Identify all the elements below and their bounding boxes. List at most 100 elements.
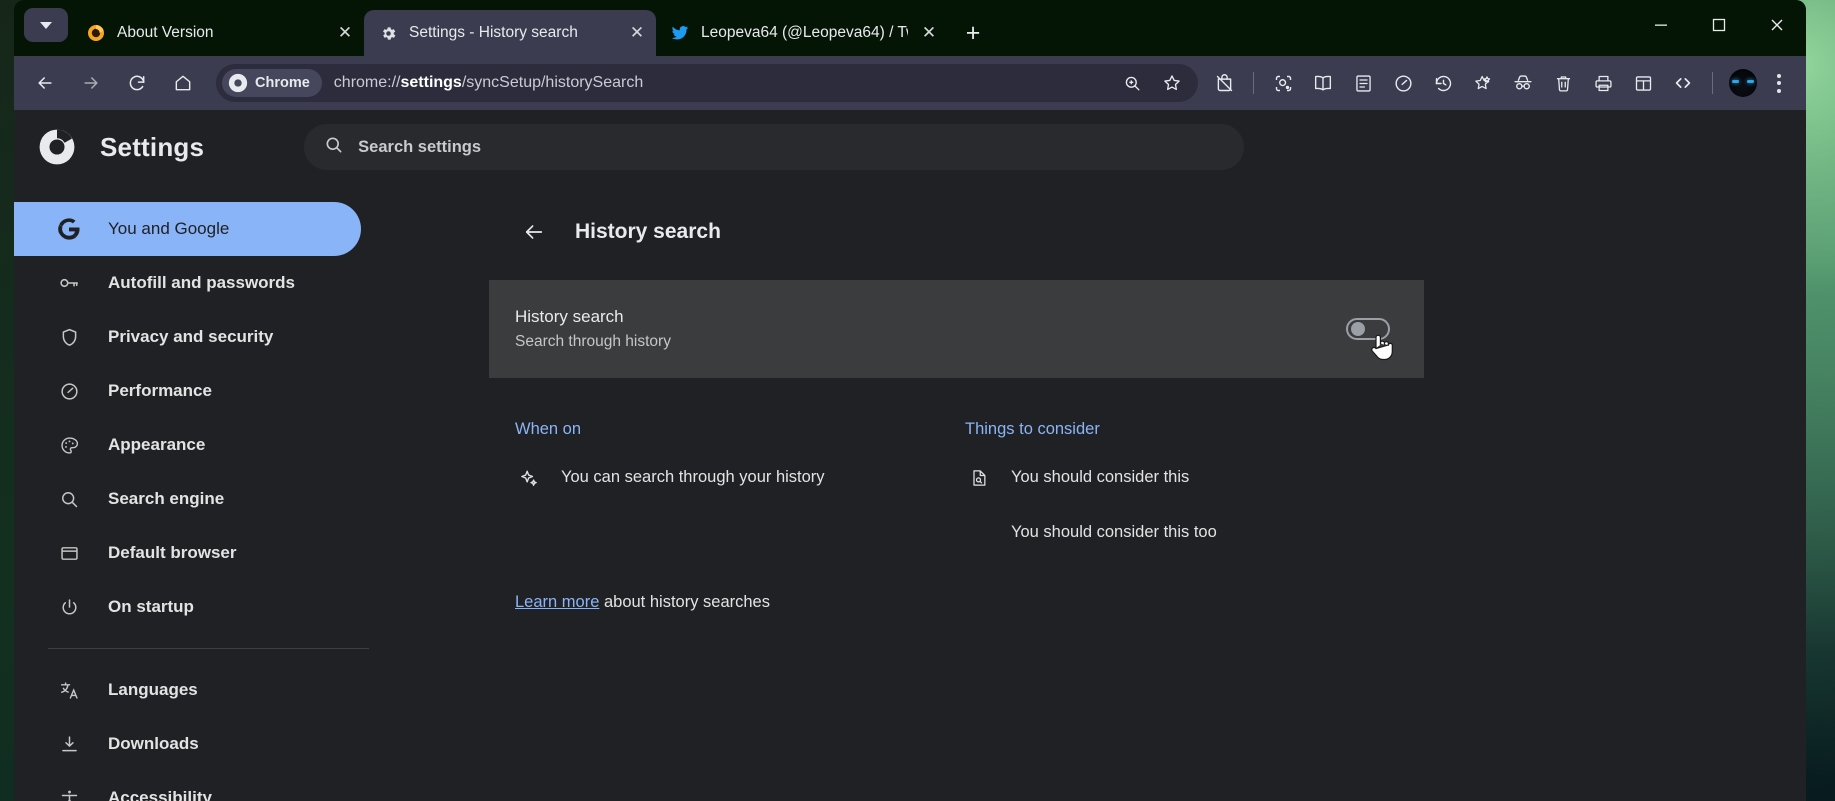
sidebar-item-label: Privacy and security (108, 327, 273, 347)
back-arrow-icon[interactable] (515, 213, 553, 251)
reload-button[interactable] (118, 64, 156, 102)
avatar[interactable] (1729, 69, 1757, 97)
document-search-icon (965, 467, 993, 488)
history-search-detail: History search History search Search thr… (489, 184, 1424, 612)
info-item-text: You should consider this too (1011, 522, 1217, 543)
extensions-off-icon[interactable] (1207, 66, 1241, 100)
toggle-texts: History search Search through history (515, 307, 1346, 351)
tab-title: About Version (117, 24, 324, 42)
home-button[interactable] (164, 64, 202, 102)
forward-button[interactable] (72, 64, 110, 102)
sidebar-item-label: On startup (108, 597, 194, 617)
download-icon (56, 734, 82, 755)
screen: About Version ✕ Settings - History searc… (0, 0, 1835, 801)
back-button[interactable] (26, 64, 64, 102)
browser-window: About Version ✕ Settings - History searc… (14, 0, 1806, 801)
sidebar-item-label: Appearance (108, 435, 205, 455)
sidebar-divider (48, 648, 369, 649)
history-icon[interactable] (1426, 66, 1460, 100)
reading-mode-icon[interactable] (1306, 66, 1340, 100)
sidebar-item-label: Accessibility (108, 788, 212, 801)
tab-title: Leopeva64 (@Leopeva64) / Twi (701, 24, 908, 42)
toolbar-divider (1253, 72, 1254, 94)
search-icon (324, 135, 344, 160)
address-bar[interactable]: Chrome chrome://settings/syncSetup/histo… (216, 64, 1198, 102)
reading-list-icon[interactable] (1346, 66, 1380, 100)
power-icon (56, 597, 82, 618)
history-search-toggle-row[interactable]: History search Search through history (489, 280, 1424, 378)
minimize-button[interactable] (1632, 0, 1690, 50)
toolbar-divider-2 (1712, 72, 1713, 94)
learn-more-row: Learn more about history searches (489, 593, 1424, 612)
close-icon[interactable]: ✕ (624, 20, 650, 46)
browser-tab-leopeva64-twitter[interactable]: Leopeva64 (@Leopeva64) / Twi ✕ (656, 10, 948, 56)
sidebar-item-search-engine[interactable]: Search engine (14, 472, 361, 526)
settings-page: Settings Search settings You and Googl (14, 110, 1806, 801)
sidebar-item-downloads[interactable]: Downloads (14, 717, 361, 771)
performance-icon[interactable] (1386, 66, 1420, 100)
split-view-icon[interactable] (1626, 66, 1660, 100)
settings-body: You and Google Autofill and passwords Pr… (14, 184, 1806, 801)
devtools-icon[interactable] (1666, 66, 1700, 100)
info-item-text: You can search through your history (561, 467, 825, 488)
info-item-text: You should consider this (1011, 467, 1189, 488)
key-icon (56, 272, 82, 294)
sidebar-item-label: Downloads (108, 734, 199, 754)
sidebar-item-label: Languages (108, 680, 198, 700)
new-tab-button[interactable]: + (956, 16, 990, 50)
chrome-menu-button[interactable] (1764, 66, 1794, 100)
tab-search-button[interactable] (24, 8, 68, 42)
info-item: You should consider this (965, 467, 1415, 488)
chrome-chip[interactable]: Chrome (222, 69, 322, 97)
page-title: Settings (100, 132, 204, 163)
info-columns: When on You can search through your hist… (489, 378, 1424, 577)
sidebar-item-autofill-and-passwords[interactable]: Autofill and passwords (14, 256, 361, 310)
column-heading: When on (515, 420, 965, 439)
chevron-down-icon (40, 22, 52, 29)
zoom-icon[interactable] (1115, 66, 1149, 100)
info-item: You can search through your history (515, 467, 965, 490)
sidebar-item-performance[interactable]: Performance (14, 364, 361, 418)
column-things-to-consider: Things to consider You should consider t… (965, 420, 1415, 577)
maximize-button[interactable] (1690, 0, 1748, 50)
chrome-chip-label: Chrome (255, 75, 310, 91)
settings-sidebar: You and Google Autofill and passwords Pr… (14, 184, 489, 801)
sidebar-item-default-browser[interactable]: Default browser (14, 526, 361, 580)
close-window-button[interactable] (1748, 0, 1806, 50)
shield-icon (56, 327, 82, 348)
delete-browsing-data-icon[interactable] (1546, 66, 1580, 100)
url-text[interactable]: chrome://settings/syncSetup/historySearc… (334, 74, 1112, 92)
translate-icon (56, 680, 82, 701)
search-settings-input[interactable]: Search settings (304, 124, 1244, 170)
history-search-toggle[interactable] (1346, 318, 1390, 340)
close-icon[interactable]: ✕ (916, 20, 942, 46)
settings-header: Settings Search settings (14, 110, 1806, 184)
detail-subheader: History search (489, 184, 1424, 280)
browser-tab-settings-history-search[interactable]: Settings - History search ✕ (364, 10, 656, 56)
sidebar-item-privacy-and-security[interactable]: Privacy and security (14, 310, 361, 364)
search-icon (56, 489, 82, 510)
bookmark-star-icon[interactable] (1155, 66, 1189, 100)
print-icon[interactable] (1586, 66, 1620, 100)
search-settings-placeholder: Search settings (358, 138, 481, 157)
incognito-icon[interactable] (1506, 66, 1540, 100)
lens-icon[interactable] (1266, 66, 1300, 100)
sidebar-item-accessibility[interactable]: Accessibility (14, 771, 361, 801)
bookmarks-star-icon[interactable] (1466, 66, 1500, 100)
learn-more-link[interactable]: Learn more (515, 593, 599, 611)
sidebar-item-on-startup[interactable]: On startup (14, 580, 361, 634)
sidebar-item-languages[interactable]: Languages (14, 663, 361, 717)
sidebar-item-label: Performance (108, 381, 212, 401)
chrome-logo-icon (228, 73, 248, 93)
toggle-primary-label: History search (515, 307, 1346, 327)
sidebar-item-you-and-google[interactable]: You and Google (14, 202, 361, 256)
browser-tab-about-version[interactable]: About Version ✕ (72, 10, 364, 56)
sidebar-item-appearance[interactable]: Appearance (14, 418, 361, 472)
close-icon[interactable]: ✕ (332, 20, 358, 46)
settings-content: History search History search Search thr… (489, 184, 1806, 801)
learn-more-rest: about history searches (599, 593, 770, 611)
sparkle-icon (515, 467, 543, 490)
omnibox-actions (1112, 66, 1192, 100)
chrome-logo-icon (14, 128, 100, 166)
palette-icon (56, 435, 82, 456)
